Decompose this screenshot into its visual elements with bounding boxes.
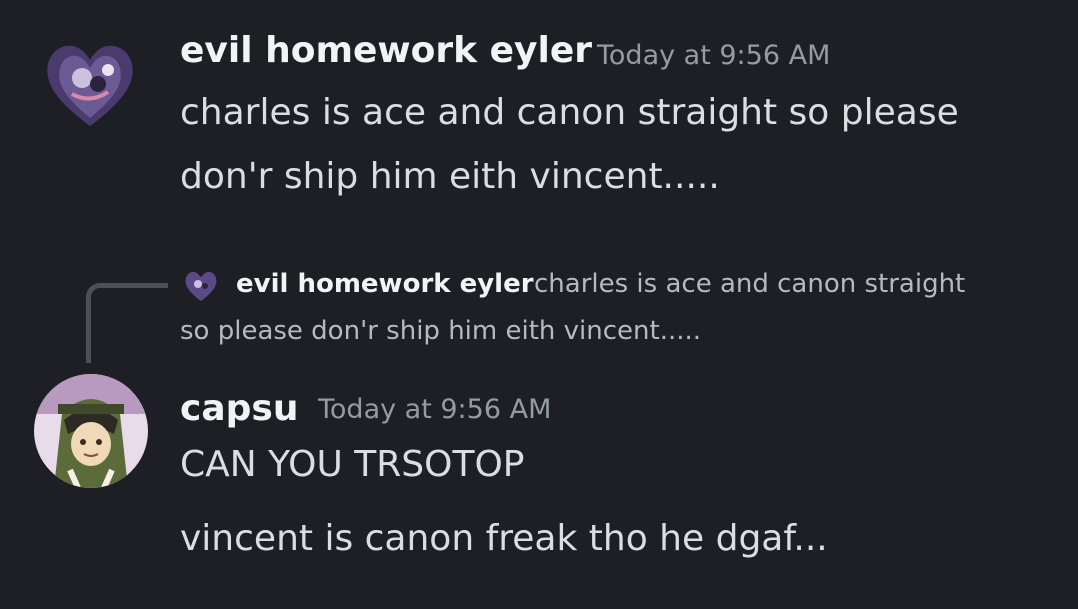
capsu-avatar-icon — [34, 374, 148, 488]
purple-heart-avatar-icon — [182, 266, 220, 304]
reply-username[interactable]: evil homework eyler — [236, 269, 534, 299]
reply-connector — [86, 283, 168, 363]
user-avatar-capsu[interactable] — [34, 374, 148, 488]
reply-text-line[interactable]: charles is ace and canon straight — [534, 269, 965, 299]
reply-text-line[interactable]: so please don'r ship him eith vincent...… — [180, 316, 701, 346]
message-text-line: don'r ship him eith vincent..... — [180, 156, 720, 197]
message-text-line: vincent is canon freak tho he dgaf... — [180, 518, 828, 559]
message-timestamp[interactable]: Today at 9:56 AM — [318, 394, 551, 425]
message-username[interactable]: evil homework eyler — [180, 30, 592, 71]
chat-log: evil homework eyler Today at 9:56 AM cha… — [0, 0, 1078, 609]
message-username[interactable]: capsu — [180, 388, 298, 429]
message-timestamp[interactable]: Today at 9:56 AM — [597, 40, 830, 71]
message-text-line: CAN YOU TRSOTOP — [180, 444, 525, 485]
user-avatar-evil-homework-eyler[interactable] — [38, 30, 142, 134]
reply-avatar[interactable] — [182, 266, 220, 304]
message-text-line: charles is ace and canon straight so ple… — [180, 92, 959, 133]
purple-heart-avatar-icon — [38, 30, 142, 134]
